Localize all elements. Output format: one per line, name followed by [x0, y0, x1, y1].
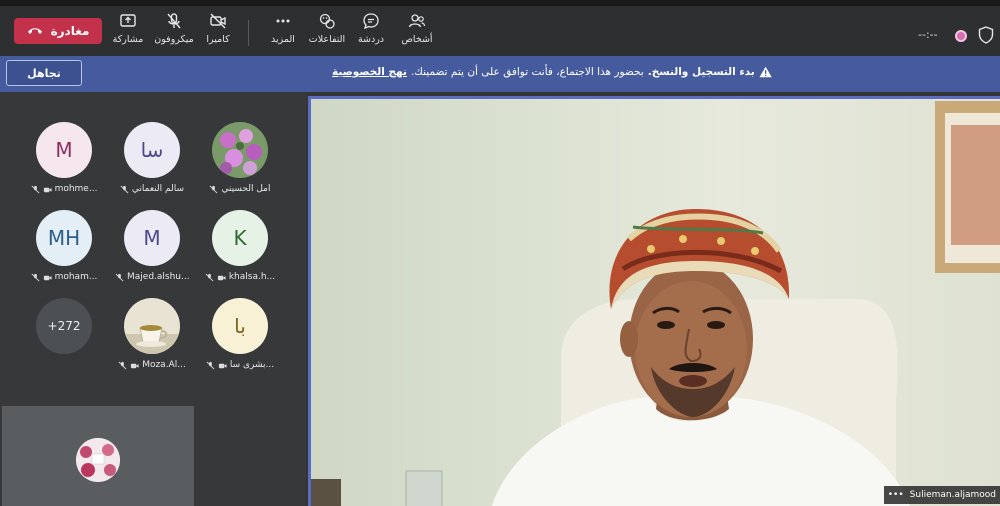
- participant-tile[interactable]: سا سالم النعماني: [106, 122, 198, 206]
- participant-name-row: بشرى سا...: [194, 360, 286, 370]
- shield-icon: [978, 26, 994, 44]
- participant-name: Majed.alshu...: [127, 272, 189, 282]
- participant-tile[interactable]: M Majed.alshu...: [106, 210, 198, 294]
- participant-tile[interactable]: K khalsa.h...: [194, 210, 286, 294]
- chat-icon: [363, 13, 379, 30]
- more-participants-tile[interactable]: +272: [18, 298, 110, 382]
- flowers-photo-icon: [212, 122, 268, 178]
- camera-icon: [218, 363, 227, 368]
- recording-indicator-icon: [955, 30, 967, 42]
- participant-name-row: سالم النعماني: [106, 184, 198, 194]
- mic-off-icon: [120, 185, 129, 193]
- speaker-name-tag: ••• Sulieman.aljamood: [883, 486, 1000, 504]
- toolbar-divider: [248, 20, 249, 46]
- flowers-photo-icon: [76, 438, 120, 482]
- avatar: MH: [36, 210, 92, 266]
- active-speaker-video[interactable]: ••• Sulieman.aljamood: [308, 96, 1000, 506]
- camera-off-icon: [210, 13, 226, 29]
- avatar: M: [36, 122, 92, 178]
- avatar: M: [124, 210, 180, 266]
- avatar: K: [212, 210, 268, 266]
- mic-off-icon: [31, 273, 39, 281]
- warning-icon: [759, 66, 772, 78]
- participant-name: Moza.Al...: [142, 360, 186, 370]
- mic-off-icon: [210, 185, 218, 193]
- mic-off-icon: [167, 13, 181, 29]
- participant-tile[interactable]: با بشرى سا...: [194, 298, 286, 382]
- participant-name-row: أمل الحسيني: [194, 184, 286, 194]
- camera-icon: [131, 363, 139, 368]
- ellipsis-icon: [276, 19, 290, 23]
- participant-name-row: moham...: [18, 272, 110, 282]
- leave-button[interactable]: مغادرة: [14, 18, 102, 44]
- mic-label: ميكروفون: [154, 34, 194, 45]
- chat-label: دردشة: [357, 34, 385, 45]
- camera-icon: [217, 275, 226, 280]
- banner-message: بدء التسجيل والنسخ. بحضور هذا الاجتماع، …: [332, 66, 772, 78]
- avatar: با: [212, 298, 268, 354]
- share-screen-icon: [120, 14, 136, 27]
- mic-off-icon: [115, 273, 124, 281]
- teams-meeting-window: مغادرة مشاركة ميكروفون كاميرا المزيد الت…: [0, 0, 1000, 506]
- camera-label: كاميرا: [206, 34, 230, 45]
- camera-button[interactable]: كاميرا: [190, 12, 246, 56]
- speaker-video-feed: [311, 99, 1000, 506]
- phone-hangup-icon: [27, 28, 42, 34]
- avatar: سا: [124, 122, 180, 178]
- more-participants-count: +272: [36, 298, 92, 354]
- participant-tile[interactable]: أمل الحسيني: [194, 122, 286, 206]
- people-button[interactable]: أشخاص: [389, 12, 445, 56]
- dismiss-button[interactable]: تجاهل: [6, 60, 82, 86]
- recording-banner: تجاهل بدء التسجيل والنسخ. بحضور هذا الاج…: [0, 56, 1000, 92]
- reactions-icon: [319, 13, 335, 29]
- avatar: [212, 122, 268, 178]
- participant-name-row: mohme...: [18, 184, 110, 194]
- participant-gallery: أمل الحسيني سا سالم النعماني M mohme... …: [0, 92, 306, 506]
- meeting-timer: --:--: [918, 28, 938, 41]
- more-label: المزيد: [271, 34, 295, 45]
- participant-tile[interactable]: M mohme...: [18, 122, 110, 206]
- mic-off-icon: [205, 273, 214, 281]
- share-label: مشاركة: [112, 34, 144, 45]
- camera-icon: [43, 187, 52, 192]
- people-icon: [408, 14, 426, 28]
- participant-name-row: Majed.alshu...: [106, 272, 198, 282]
- participant-name: moham...: [54, 272, 98, 282]
- participant-name-row: khalsa.h...: [194, 272, 286, 282]
- participant-name: أمل الحسيني: [221, 184, 271, 194]
- teacup-photo-icon: [124, 298, 180, 354]
- self-view[interactable]: [2, 406, 194, 506]
- mic-off-icon: [31, 185, 39, 193]
- ellipsis-icon[interactable]: •••: [888, 490, 904, 500]
- reactions-label: التفاعلات: [308, 34, 346, 45]
- meeting-toolbar: مغادرة مشاركة ميكروفون كاميرا المزيد الت…: [0, 0, 1000, 56]
- participant-name: سالم النعماني: [131, 184, 185, 194]
- leave-label: مغادرة: [50, 24, 90, 38]
- participant-name-row: Moza.Al...: [106, 360, 198, 370]
- avatar: [76, 438, 120, 482]
- avatar: [124, 298, 180, 354]
- participant-tile[interactable]: Moza.Al...: [106, 298, 198, 382]
- participant-name: بشرى سا...: [229, 360, 275, 370]
- people-label: أشخاص: [401, 34, 433, 45]
- participant-name: mohme...: [54, 184, 98, 194]
- participant-tile[interactable]: MH moham...: [18, 210, 110, 294]
- privacy-policy-link[interactable]: نهج الخصوصية: [332, 66, 407, 78]
- mic-off-icon: [118, 361, 127, 369]
- speaker-name: Sulieman.aljamood: [909, 490, 996, 500]
- participant-name: khalsa.h...: [228, 272, 276, 282]
- mic-off-icon: [206, 361, 215, 369]
- camera-icon: [43, 275, 52, 280]
- banner-bold-text: بدء التسجيل والنسخ.: [647, 66, 755, 78]
- banner-text: بحضور هذا الاجتماع، فأنت توافق على أن يت…: [410, 66, 644, 78]
